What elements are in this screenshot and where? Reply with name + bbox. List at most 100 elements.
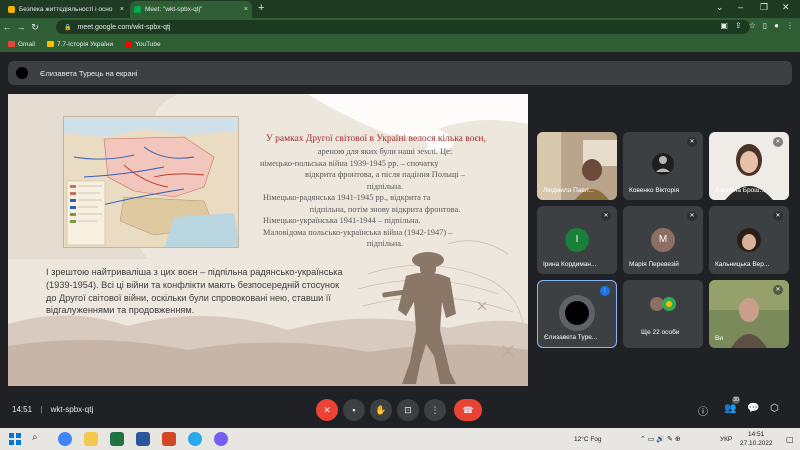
presenter-avatar (16, 67, 28, 79)
others-avatars (650, 297, 676, 311)
meeting-info: 14:51 | wkt-spbx-qtj (12, 405, 93, 414)
clock-time[interactable]: 14:51 (748, 431, 764, 438)
gmail-icon (8, 41, 15, 47)
close-tab-icon[interactable]: × (244, 6, 248, 13)
url-bar[interactable]: 🔒 meet.google.com/wkt-spbx-qtj (56, 20, 750, 34)
tab-title: Meet: "wkt-spbx-qtj" (145, 6, 203, 13)
participant-avatar: М (651, 228, 675, 252)
file-explorer-icon[interactable] (84, 432, 98, 446)
bookmark-youtube[interactable]: YouTube (125, 41, 161, 48)
bookmark-star-icon[interactable]: ☆ (749, 21, 756, 30)
present-screen-icon: ⊡ (404, 405, 412, 415)
powerpoint-icon[interactable] (162, 432, 176, 446)
participants-count-badge: 30 (732, 396, 740, 404)
ukraine-war-map (63, 116, 239, 248)
bookmarks-bar: Gmail 7.7-Історія України YouTube (0, 36, 800, 52)
maximize-button[interactable]: ❐ (760, 2, 768, 13)
slide-line: німецько-польська війна 1939-1945 рр. – … (260, 158, 439, 168)
windows-start-icon[interactable] (8, 432, 22, 446)
meeting-code: wkt-spbx-qtj (50, 405, 94, 414)
participant-name: Ірина Кордиман... (543, 261, 597, 268)
clock-date[interactable]: 27.10.2022 (740, 440, 773, 447)
chrome-icon[interactable] (58, 432, 72, 446)
mic-off-icon: ✕ (687, 137, 697, 147)
hand-icon: ✋ (375, 405, 387, 415)
people-icon[interactable]: 👥 (724, 403, 736, 414)
participant-tile[interactable]: ✕ Ковенко Вікторія (623, 132, 703, 200)
participant-name: Кальницька Вер... (715, 261, 770, 268)
mic-toggle-button[interactable]: ✕ (316, 399, 338, 421)
participant-tile[interactable]: М ✕ Марія Перевезій (623, 206, 703, 274)
browser-tab-meet[interactable]: Meet: "wkt-spbx-qtj" × (130, 1, 252, 18)
back-arrow-icon[interactable]: ← (0, 22, 14, 32)
notifications-icon[interactable]: ▢ (786, 435, 794, 444)
telegram-icon[interactable] (188, 432, 202, 446)
participant-tile[interactable]: ✕ Ангеліна Брош... (709, 132, 789, 200)
browser-tab-safety[interactable]: Безпека життєдіяльності і осно × (4, 1, 128, 18)
weather-text[interactable]: 12°C Fog (574, 436, 602, 443)
bookmark-label: Gmail (18, 40, 35, 48)
bookmark-history[interactable]: 7.7-Історія України (46, 40, 114, 48)
tab-title: Безпека життєдіяльності і осно (19, 6, 113, 13)
new-tab-button[interactable]: + (258, 2, 264, 14)
menu-kebab-icon[interactable]: ⋮ (786, 21, 794, 30)
mic-off-icon: ✕ (773, 285, 783, 295)
search-icon[interactable]: ⌕ (32, 432, 46, 446)
more-participants-label: Ще 22 особи (641, 329, 680, 336)
bookmark-label: 7.7-Історія України (56, 40, 114, 48)
soldier-silhouette (382, 252, 456, 384)
presenting-text: Єлизавета Турець на екрані (40, 68, 138, 78)
close-tab-icon[interactable]: × (120, 6, 124, 13)
raise-hand-button[interactable]: ✋ (370, 399, 392, 421)
language-indicator[interactable]: УКР (720, 436, 732, 443)
bookmark-gmail[interactable]: Gmail (8, 41, 35, 48)
presenting-banner: Єлизавета Турець на екрані (8, 61, 792, 85)
shared-slide: У рамках Другої світової в Україні велос… (8, 94, 528, 386)
mic-off-icon: ✕ (687, 211, 697, 221)
tab-strip: Безпека життєдіяльності і осно × Meet: "… (0, 0, 800, 18)
participant-tile[interactable]: ✕ Кальницька Вер... (709, 206, 789, 274)
excel-icon[interactable] (110, 432, 124, 446)
reload-icon[interactable]: ↻ (28, 22, 42, 33)
participant-tile-presenter[interactable]: ⋮ Єлизавета Туре... (537, 280, 617, 348)
hang-up-icon: ☎ (462, 405, 474, 415)
participant-name: Марія Перевезій (629, 261, 679, 268)
viber-icon[interactable] (214, 432, 228, 446)
profile-avatar-icon[interactable]: ● (774, 21, 779, 30)
camera-indicator-icon[interactable]: ▣ (720, 21, 728, 30)
participant-tile[interactable]: І ✕ Ірина Кордиман... (537, 206, 617, 274)
slides-favicon-icon (8, 6, 15, 13)
url-text: meet.google.com/wkt-spbx-qtj (77, 23, 171, 31)
camera-toggle-button[interactable]: ▪ (343, 399, 365, 421)
word-icon[interactable] (136, 432, 150, 446)
meeting-details-icon[interactable]: ⓘ (698, 403, 708, 418)
tab-search-icon[interactable]: ⌄ (716, 2, 724, 13)
bookmark-label: YouTube (135, 40, 161, 48)
participant-name: Ви (715, 335, 723, 342)
participant-name: Людмила Павл... (543, 187, 594, 194)
forward-arrow-icon[interactable]: → (14, 22, 28, 32)
self-view-tile[interactable]: ✕ Ви (709, 280, 789, 348)
youtube-icon (125, 41, 133, 47)
mic-off-icon: ✕ (323, 405, 331, 415)
minimize-button[interactable]: – (738, 2, 743, 12)
mic-off-icon: ✕ (773, 211, 783, 221)
slide-line: ареною для яких були наші землі. Це: (317, 147, 453, 156)
chat-icon[interactable]: 💬 (747, 403, 759, 414)
page-icon (46, 41, 54, 47)
participant-name: Ковенко Вікторія (629, 187, 680, 194)
share-icon[interactable]: ⇪ (735, 21, 742, 30)
slide-line: Німецько-українська 1941-1944 – підпільн… (263, 216, 421, 225)
tray-icons[interactable]: ⌃ ▭ 🔊 ✎ ⊕ (640, 435, 681, 443)
leave-call-button[interactable]: ☎ (454, 399, 482, 421)
participant-tile[interactable]: Людмила Павл... (537, 132, 617, 200)
lock-icon: 🔒 (64, 24, 72, 31)
activities-icon[interactable]: ⬡ (770, 403, 779, 414)
slide-line: підпільна, потім знову відкрита фронтова… (309, 204, 461, 214)
present-button[interactable]: ⊡ (397, 399, 419, 421)
more-participants-tile[interactable]: Ще 22 особи (623, 280, 703, 348)
slide-line: підпільна. (366, 181, 404, 191)
sidebar-icon[interactable]: ▯ (763, 21, 767, 30)
close-window-button[interactable]: ✕ (782, 2, 790, 13)
more-options-button[interactable]: ⋮ (424, 399, 446, 421)
